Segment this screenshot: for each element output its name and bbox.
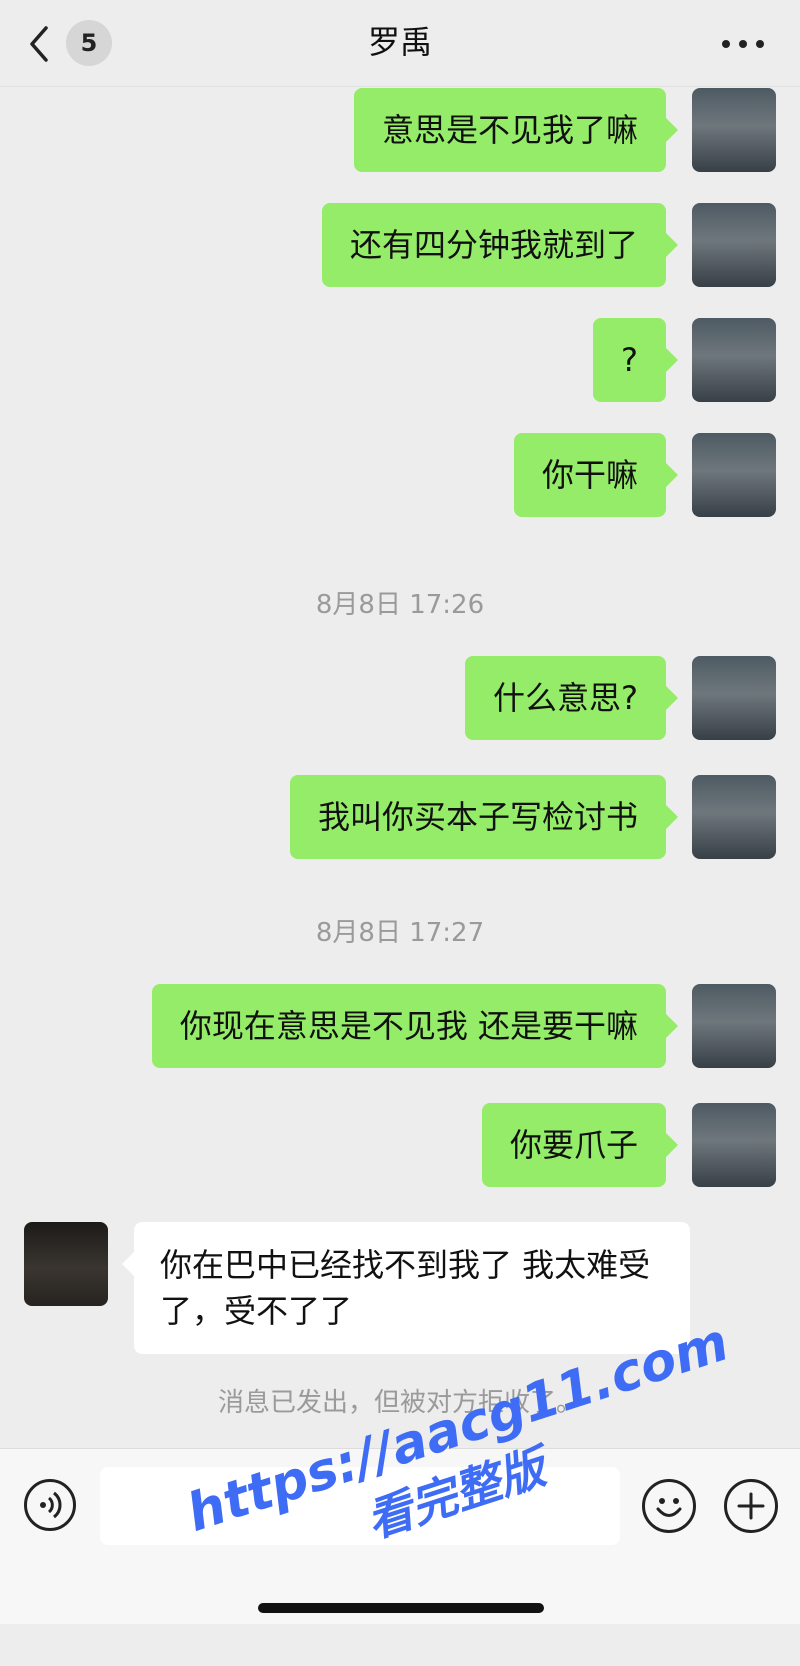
- back-button[interactable]: 5: [22, 16, 122, 70]
- emoji-button[interactable]: [642, 1479, 696, 1533]
- plus-button[interactable]: [724, 1479, 778, 1533]
- my-avatar[interactable]: [692, 318, 776, 402]
- rejected-notice: 消息已发出，但被对方拒收了。: [217, 1388, 582, 1418]
- my-message-bubble[interactable]: 意思是不见我了嘛: [353, 88, 679, 172]
- my-avatar[interactable]: [692, 656, 776, 740]
- my-avatar[interactable]: [692, 775, 776, 859]
- emoji-icon: [656, 1498, 682, 1517]
- my-avatar[interactable]: [692, 433, 776, 517]
- voice-icon: [40, 1491, 62, 1519]
- my-message-bubble[interactable]: 你干嘛: [513, 433, 679, 517]
- my-avatar[interactable]: [692, 203, 776, 287]
- my-avatar[interactable]: [692, 1103, 776, 1187]
- back-chevron-icon: [30, 26, 48, 62]
- my-message-bubble[interactable]: 还有四分钟我就到了: [321, 203, 679, 287]
- chat-title: 罗禹: [367, 23, 432, 61]
- my-message-bubble[interactable]: 什么意思?: [465, 656, 678, 740]
- home-indicator: [258, 1603, 544, 1613]
- my-message-bubble[interactable]: 你要爪子: [481, 1103, 679, 1187]
- my-avatar[interactable]: [692, 984, 776, 1068]
- message-input[interactable]: [100, 1467, 620, 1545]
- unread-badge: 5: [66, 20, 112, 66]
- input-bar: [0, 1448, 800, 1624]
- chat-header: 5 罗禹: [0, 0, 800, 87]
- timestamp: 8月8日 17:27: [315, 918, 485, 948]
- timestamp: 8月8日 17:26: [315, 590, 485, 620]
- my-message-bubble[interactable]: 你现在意思是不见我 还是要干嘛: [151, 984, 679, 1068]
- voice-button[interactable]: [24, 1479, 76, 1531]
- plus-icon: [737, 1492, 765, 1520]
- my-message-bubble[interactable]: ?: [593, 318, 678, 402]
- contact-message-bubble[interactable]: 你在巴中已经找不到我了 我太难受了，受不了了: [122, 1222, 690, 1354]
- contact-avatar[interactable]: [24, 1222, 108, 1306]
- my-avatar[interactable]: [692, 88, 776, 172]
- my-message-bubble[interactable]: 我叫你买本子写检讨书: [289, 775, 679, 859]
- more-button[interactable]: [718, 26, 768, 60]
